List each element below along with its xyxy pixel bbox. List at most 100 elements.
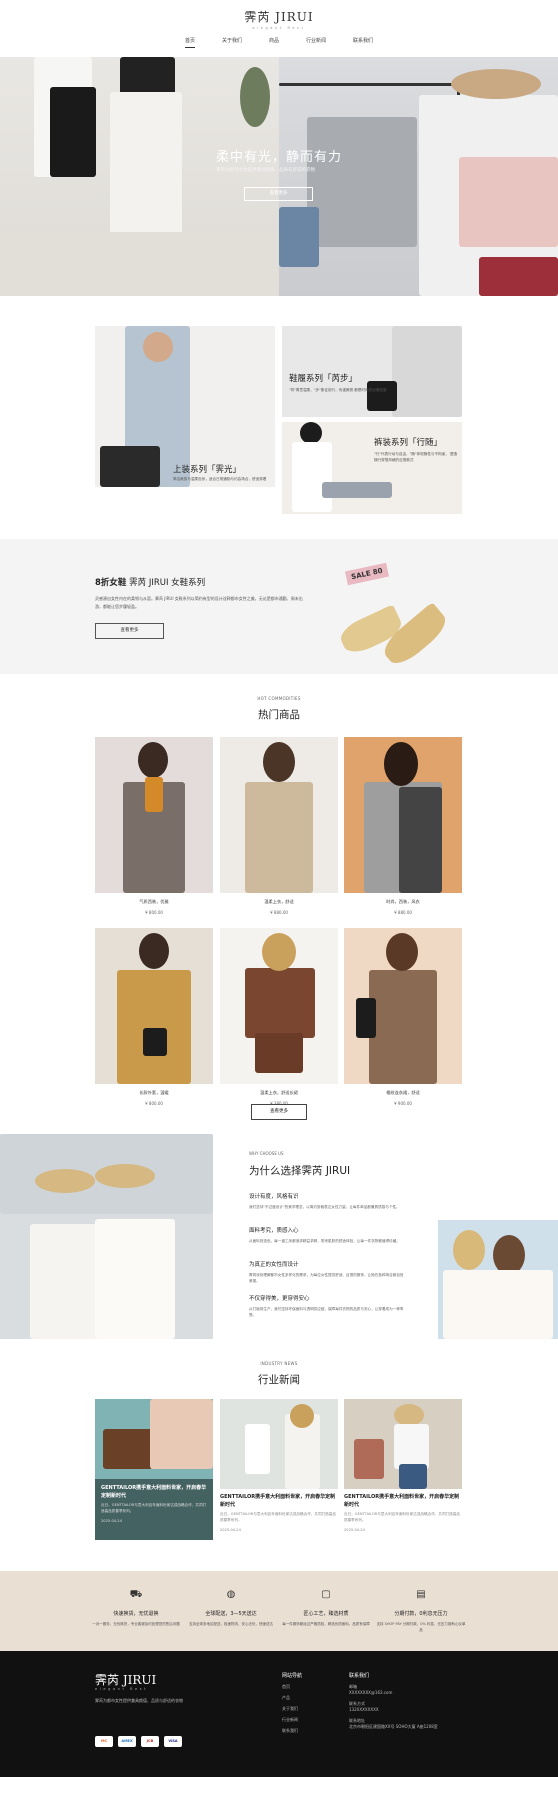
feature-desc: 支持 SHOP PAY 分期付款，0% 利息，无压力拥有心仪单品 xyxy=(376,1622,466,1632)
product-price: ¥ 900.00 xyxy=(394,1101,412,1106)
feature-desc: 一对一服务，无忧换货，专业客服及时处理您的售后问题 xyxy=(92,1622,180,1626)
product-card[interactable]: 温柔上衣，舒适 ¥ 880.00 xyxy=(220,737,338,915)
product-price: ¥ 800.00 xyxy=(145,910,163,915)
footer-link-news[interactable]: 行业新闻 xyxy=(282,1717,302,1723)
news-title: GENTTAILOR携手意大利面料世家，开启春华定制新时代 xyxy=(220,1494,336,1508)
nav-products[interactable]: 商品 xyxy=(269,37,279,48)
shoes-image xyxy=(336,571,465,670)
hero-banner: 柔中有光，静而有力 霁芮为都市女性提供兼具颜值、品质与舒适的衣物 查看更多 xyxy=(0,57,558,296)
news-date: 2025-04-24 xyxy=(220,1528,241,1532)
product-name: 长款外套，温暖 xyxy=(139,1090,169,1095)
nav-news[interactable]: 行业新闻 xyxy=(306,37,326,48)
footer-logo[interactable]: 霁芮 JIRUI xyxy=(95,1671,156,1688)
footer-link-home[interactable]: 首页 xyxy=(282,1684,302,1690)
category-section: 上装系列「霁光」 简洁裁剪与温柔色系，适合日常通勤与约会场合，舒适穿着 鞋履系列… xyxy=(0,296,558,539)
contact-email[interactable]: XXXXXXXX@163.com xyxy=(349,1690,469,1696)
nav-contact[interactable]: 联系我们 xyxy=(353,37,373,48)
footer-link-about[interactable]: 关于我们 xyxy=(282,1706,302,1712)
visa-icon: VISA xyxy=(164,1736,182,1747)
news-card[interactable]: GENTTAILOR携手意大利面料世家，开启春华定制新时代 近日，GENTTAI… xyxy=(344,1399,462,1532)
contact-phone[interactable]: 132XXXXXXXX xyxy=(349,1707,469,1713)
category-desc-shoes: "芮"寓意温柔，"步"象征前行，传递美丽 都是时尚的优雅态度 xyxy=(289,388,387,392)
news-card-featured[interactable]: GENTTAILOR携手意大利面料世家，开启春华定制新时代 近日，GENTTAI… xyxy=(95,1399,213,1540)
product-card[interactable]: 长款外套，温暖 ¥ 800.00 xyxy=(95,928,213,1106)
why-item-desc: 我们坚持"不过度设计"的美学理念，以简约剪裁表达女性力量，让每件单品都兼具质感与… xyxy=(249,1205,400,1209)
category-desc-tops: 简洁裁剪与温柔色系，适合日常通勤与约会场合，舒适穿着 xyxy=(173,477,267,481)
footer-nav: 网站导航 首页 产品 关于我们 行业新闻 联系我们 xyxy=(282,1672,302,1734)
hero-subtitle: 霁芮为都市女性提供兼具颜值、品质与舒适的衣物 xyxy=(216,168,315,173)
why-item-desc: 从打版到生产，我们坚持环保面料与透明供应链，保障每件衣物的品质与安心，让穿着成为… xyxy=(249,1307,404,1317)
logo[interactable]: 霁芮 JIRUI xyxy=(0,0,558,25)
feature-title: 全球配送，3—5天送达 xyxy=(205,1611,257,1617)
footer-logo-tagline: elegant Rest xyxy=(95,1687,149,1691)
hero-more-button[interactable]: 查看更多 xyxy=(244,187,313,201)
mastercard-icon: MC xyxy=(95,1736,113,1747)
category-desc-pants: "行"代表行动与自由，"随"体现随性与不拘束， 塑造随行穿搭风格的百搭款式 xyxy=(374,452,458,462)
site-footer: 霁芮 JIRUI elegant Rest 霁芮为都市女性提供兼具颜值、品质与舒… xyxy=(0,1651,558,1777)
product-name: 温柔上衣，舒适 xyxy=(264,899,294,904)
hot-section-title: 热门商品 xyxy=(258,709,300,721)
amex-icon: AMEX xyxy=(118,1736,136,1747)
nav-home[interactable]: 首页 xyxy=(184,37,195,48)
why-item: 面料考究，质感入心 从面料到选色，每一道工序都追求精益求精，带来肌肤的舒适体验，… xyxy=(249,1226,404,1244)
news-desc: 近日，GENTTAILOR与意大利百年面料世家达成战略合作，共同打造高品质春季系… xyxy=(101,1503,207,1513)
product-image xyxy=(220,737,338,893)
promo-title-discount: 8折女鞋 xyxy=(95,578,127,588)
why-item: 不仅穿得美，更穿得安心 从打版到生产，我们坚持环保面料与透明供应链，保障每件衣物… xyxy=(249,1294,404,1318)
hero-title: 柔中有光，静而有力 xyxy=(216,149,343,164)
category-card-tops[interactable]: 上装系列「霁光」 简洁裁剪与温柔色系，适合日常通勤与约会场合，舒适穿着 xyxy=(95,326,275,487)
why-item-title: 不仅穿得美，更穿得安心 xyxy=(249,1296,310,1302)
product-image xyxy=(344,737,462,893)
category-card-pants[interactable]: 裤装系列「行随」 "行"代表行动与自由，"随"体现随性与不拘束， 塑造随行穿搭风… xyxy=(282,422,462,514)
news-date: 2025-04-24 xyxy=(101,1519,122,1523)
why-section-title: 为什么选择霁芮 JIRUI xyxy=(249,1165,351,1177)
footer-link-products[interactable]: 产品 xyxy=(282,1695,302,1701)
product-image xyxy=(344,928,462,1084)
product-card[interactable]: 气质西装，优雅 ¥ 800.00 xyxy=(95,737,213,915)
feature-title: 快速换货，无忧退换 xyxy=(113,1611,159,1617)
product-card[interactable]: 时尚，西装，风衣 ¥ 880.00 xyxy=(344,737,462,915)
why-item: 为真正的女性而设计 霁芮深刻理解都市女性多样化的需求，为每位女性提供舒适、百搭的… xyxy=(249,1260,404,1284)
logo-tagline: elegant Rest xyxy=(252,26,306,30)
promo-more-button[interactable]: 查看更多 xyxy=(95,623,164,639)
product-price: ¥ 880.00 xyxy=(270,910,288,915)
product-name: 气质西装，优雅 xyxy=(139,899,169,904)
feature-desc: 每一件服饰都经过严格质检，精选优质面料，品质有保障 xyxy=(282,1622,370,1626)
news-date: 2025-04-24 xyxy=(344,1528,365,1532)
feature-desc: 支持全球多地区配送，极速物流，安心无忧，快速送达 xyxy=(189,1622,273,1626)
hero-image-wardrobe xyxy=(279,57,558,296)
bag-icon: ▤ xyxy=(416,1589,426,1600)
category-card-shoes[interactable]: 鞋履系列「芮步」 "芮"寓意温柔，"步"象征前行，传递美丽 都是时尚的优雅态度 xyxy=(282,326,462,417)
product-card[interactable]: 格纹连衣裙，舒适 ¥ 900.00 xyxy=(344,928,462,1106)
why-item: 设计有度，风格有识 我们坚持"不过度设计"的美学理念，以简约剪裁表达女性力量，让… xyxy=(249,1192,404,1210)
footer-link-contact[interactable]: 联系我们 xyxy=(282,1728,302,1734)
news-card[interactable]: GENTTAILOR携手意大利面料世家，开启春华定制新时代 近日，GENTTAI… xyxy=(220,1399,338,1532)
why-item-title: 为真正的女性而设计 xyxy=(249,1262,299,1268)
product-card[interactable]: 温柔上衣，舒适长裙 ¥ 380.00 xyxy=(220,928,338,1106)
category-title-tops: 上装系列「霁光」 xyxy=(173,465,242,475)
why-item-desc: 从面料到选色，每一道工序都追求精益求精，带来肌肤的舒适体验，让每一件衣物都值得珍… xyxy=(249,1239,400,1243)
category-title-shoes: 鞋履系列「芮步」 xyxy=(289,374,358,384)
hero-image-models xyxy=(0,57,279,296)
news-desc: 近日，GENTTAILOR与意大利百年面料世家达成战略合作，共同打造高品质春季系… xyxy=(220,1512,336,1522)
hot-more-button[interactable]: 查看更多 xyxy=(251,1104,307,1120)
product-image xyxy=(95,737,213,893)
why-image-left xyxy=(0,1134,213,1339)
product-price: ¥ 800.00 xyxy=(145,1101,163,1106)
news-section: INDUSTRY NEWS 行业新闻 GENTTAILOR携手意大利面料世家，开… xyxy=(0,1339,558,1571)
product-name: 时尚，西装，风衣 xyxy=(386,899,420,904)
promo-title-series: 霁芮 JIRUI 女鞋系列 xyxy=(126,578,206,588)
nav-about[interactable]: 关于我们 xyxy=(222,37,242,48)
promo-title: 8折女鞋 霁芮 JIRUI 女鞋系列 xyxy=(95,576,205,588)
footer-description: 霁芮为都市女性提供兼具颜值、品质与舒适的衣物 xyxy=(95,1698,183,1703)
why-choose-section: WHY CHOOSE US 为什么选择霁芮 JIRUI 设计有度，风格有识 我们… xyxy=(0,1134,558,1339)
contact-address: 北京市朝阳区建国路XX号 SOHO大厦 A座1208室 xyxy=(349,1724,438,1729)
feature-item: ▢ 匠心工艺，臻选材质 每一件服饰都经过严格质检，精选优质面料，品质有保障 xyxy=(281,1589,371,1628)
news-image xyxy=(344,1399,462,1489)
news-title: GENTTAILOR携手意大利面料世家，开启春华定制新时代 xyxy=(344,1494,460,1508)
promo-description: 灵感源自女性内在的柔韧与从容。霁芮 JIRUI 女鞋系列以简约有型的设计诠释都市… xyxy=(95,596,303,609)
globe-icon: ◍ xyxy=(226,1589,236,1600)
feature-item: ⛟ 快速换货，无忧退换 一对一服务，无忧换货，专业客服及时处理您的售后问题 xyxy=(91,1589,181,1628)
why-item-title: 设计有度，风格有识 xyxy=(249,1194,299,1200)
truck-icon: ⛟ xyxy=(129,1589,143,1600)
